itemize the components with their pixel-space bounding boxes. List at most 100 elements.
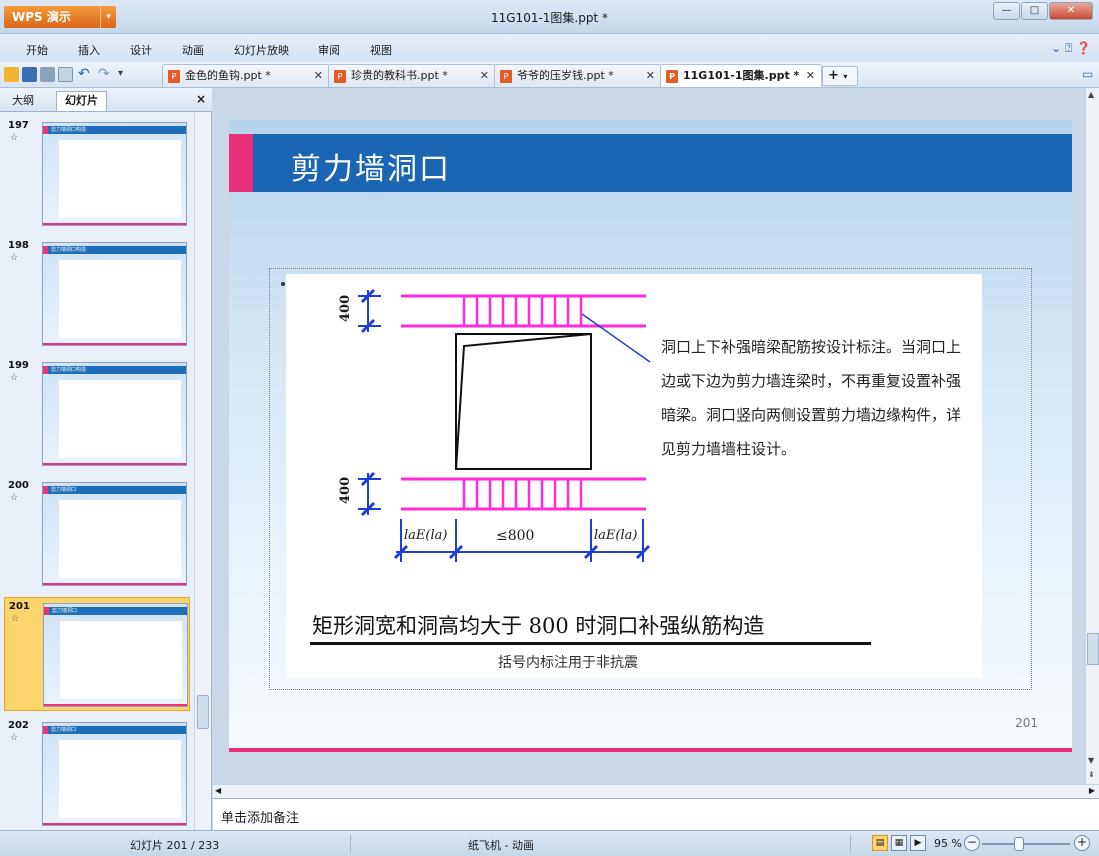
tab-outline[interactable]: 大纲 xyxy=(4,92,42,112)
thumbnail-body xyxy=(59,260,181,338)
thumbnail-body xyxy=(59,140,181,218)
description-text: 洞口上下补强暗梁配筋按设计标注。当洞口上边或下边为剪力墙连梁时，不再重复设置补强… xyxy=(661,338,962,458)
zoom-level[interactable]: 95 % xyxy=(934,837,962,850)
animation-star-icon: ☆ xyxy=(10,253,19,263)
animation-star-icon: ☆ xyxy=(10,373,19,383)
horizontal-scrollbar[interactable]: ◀ ▶ xyxy=(213,784,1099,798)
scroll-left-icon[interactable]: ◀ xyxy=(215,786,221,795)
slide-thumbnail[interactable]: 202 ☆ 剪力墙洞口 xyxy=(4,717,190,830)
slide-title-accent xyxy=(229,134,253,192)
ppt-file-icon: P xyxy=(500,70,512,83)
slide-indicator: 幻灯片 201 / 233 xyxy=(130,839,220,852)
thumbnail-bottom-accent xyxy=(43,823,186,825)
menu-home[interactable]: 开始 xyxy=(26,42,48,58)
thumbnail-accent xyxy=(43,726,48,734)
menu-insert[interactable]: 插入 xyxy=(78,42,100,58)
dim-400-bottom: 400 xyxy=(338,476,353,504)
vertical-scroll-thumb[interactable] xyxy=(1087,633,1099,665)
zoom-slider[interactable] xyxy=(982,843,1070,845)
redo-icon[interactable]: ↷ xyxy=(98,67,113,82)
rebar-detail-figure[interactable]: 400 400 laE(la) ≤800 laE(la) 洞口上下补强暗梁配筋按… xyxy=(286,274,982,678)
menu-slideshow[interactable]: 幻灯片放映 xyxy=(234,42,289,58)
slide-page-number: 201 xyxy=(1015,716,1038,730)
next-slide-icon[interactable]: ⇟ xyxy=(1088,770,1095,779)
thumbnail-bottom-accent xyxy=(43,343,186,345)
save-icon[interactable] xyxy=(22,67,37,82)
ppt-file-icon: P xyxy=(334,70,346,83)
new-tab-button[interactable]: + ▾ xyxy=(822,66,858,86)
slide-thumbnail[interactable]: 200 ☆ 剪力墙洞口 xyxy=(4,477,190,591)
thumbnail-title-bar: 剪力墙洞口构造 xyxy=(43,126,186,134)
help-icon[interactable]: ⌄ ⍰ ❓ xyxy=(1051,41,1091,56)
doc-tab-4-active[interactable]: P 11G101-1图集.ppt * ✕ xyxy=(660,64,822,87)
slide-thumbnail[interactable]: 198 ☆ 剪力墙洞口构造 xyxy=(4,237,190,351)
restore-ribbon-icon[interactable]: ▭ xyxy=(1082,67,1097,82)
close-tab-icon[interactable]: ✕ xyxy=(806,65,815,87)
document-tab-row: ↶ ↷ ▾ P 金色的鱼钩.ppt * ✕ P 珍贵的教科书.ppt * ✕ P… xyxy=(0,62,1099,88)
ppt-file-icon: P xyxy=(168,70,180,83)
theme-name: 纸飞机 - 动画 xyxy=(468,839,534,852)
doc-tab-2[interactable]: P 珍贵的教科书.ppt * ✕ xyxy=(328,64,496,87)
thumbnail-title-bar: 剪力墙洞口 xyxy=(44,607,187,615)
thumbnail-number: 202 xyxy=(8,720,29,731)
thumbnail-title-bar: 剪力墙洞口 xyxy=(43,486,186,494)
thumbnail-number: 201 xyxy=(9,601,30,612)
slide-title[interactable]: 剪力墙洞口 xyxy=(291,144,451,188)
tab-slides[interactable]: 幻灯片 xyxy=(56,91,107,111)
zoom-slider-thumb[interactable] xyxy=(1014,837,1024,851)
thumbnail-body xyxy=(59,740,181,818)
doc-tab-3[interactable]: P 爷爷的压岁钱.ppt * ✕ xyxy=(494,64,662,87)
thumbnail-bottom-accent xyxy=(44,704,187,706)
slideshow-icon[interactable]: ▶ xyxy=(910,835,926,851)
scroll-right-icon[interactable]: ▶ xyxy=(1089,786,1095,795)
print-icon[interactable] xyxy=(40,67,55,82)
notes-placeholder[interactable]: 单击添加备注 xyxy=(221,807,299,826)
doc-tab-label: 金色的鱼钩.ppt * xyxy=(185,69,271,82)
slide-thumbnail[interactable]: 199 ☆ 剪力墙洞口构造 xyxy=(4,357,190,471)
figure-subcaption: 括号内标注用于非抗震 xyxy=(498,655,638,671)
menu-animation[interactable]: 动画 xyxy=(182,42,204,58)
status-divider xyxy=(350,835,351,853)
close-tab-icon[interactable]: ✕ xyxy=(480,65,489,87)
thumbnail-preview: 剪力墙洞口 xyxy=(42,482,187,586)
dim-400-top: 400 xyxy=(338,294,353,322)
thumbnail-body xyxy=(60,621,182,699)
close-tab-icon[interactable]: ✕ xyxy=(646,65,655,87)
scroll-down-icon[interactable]: ▼ xyxy=(1088,756,1094,765)
thumbnail-scroll-thumb[interactable] xyxy=(197,695,209,729)
menu-view[interactable]: 视图 xyxy=(370,42,392,58)
slide-bottom-accent xyxy=(229,748,1072,752)
slide-thumbnail[interactable]: 201 ☆ 剪力墙洞口 xyxy=(4,597,190,711)
customize-toolbar-icon[interactable]: ▾ xyxy=(118,67,133,82)
status-divider xyxy=(850,835,851,853)
thumbnail-title-bar: 剪力墙洞口 xyxy=(43,726,186,734)
zoom-out-icon[interactable]: − xyxy=(964,835,980,851)
minimize-icon[interactable]: — xyxy=(993,2,1020,20)
slide-thumbnail[interactable]: 197 ☆ 剪力墙洞口构造 xyxy=(4,117,190,231)
thumbnail-accent xyxy=(43,126,48,134)
zoom-in-icon[interactable]: + xyxy=(1074,835,1090,851)
scroll-up-icon[interactable]: ▲ xyxy=(1088,90,1094,99)
notes-pane[interactable]: 单击添加备注 xyxy=(213,798,1099,830)
ppt-file-icon: P xyxy=(666,70,678,83)
panel-close-icon[interactable]: × xyxy=(196,92,206,106)
thumbnail-accent xyxy=(43,246,48,254)
open-folder-icon[interactable] xyxy=(4,67,19,82)
doc-tab-label: 11G101-1图集.ppt * xyxy=(683,69,800,82)
maximize-icon[interactable]: □ xyxy=(1021,2,1048,20)
thumbnail-scrollbar[interactable] xyxy=(194,113,211,830)
thumbnail-preview: 剪力墙洞口构造 xyxy=(42,362,187,466)
menu-review[interactable]: 审阅 xyxy=(318,42,340,58)
slide-canvas[interactable]: 剪力墙洞口 400 400 laE(la) ≤800 laE(la) 洞口上下补… xyxy=(229,120,1072,752)
undo-icon[interactable]: ↶ xyxy=(78,67,93,82)
close-icon[interactable]: ✕ xyxy=(1049,2,1093,20)
close-tab-icon[interactable]: ✕ xyxy=(314,65,323,87)
menu-design[interactable]: 设计 xyxy=(130,42,152,58)
vertical-scrollbar[interactable]: ▲ ▼ ⇟ xyxy=(1085,88,1099,784)
doc-tab-1[interactable]: P 金色的鱼钩.ppt * ✕ xyxy=(162,64,330,87)
slide-sorter-icon[interactable]: ▦ xyxy=(891,835,907,851)
print-preview-icon[interactable] xyxy=(58,67,73,82)
normal-view-icon[interactable]: ▤ xyxy=(872,835,888,851)
bullet-icon xyxy=(281,282,285,286)
thumbnail-number: 197 xyxy=(8,120,29,131)
